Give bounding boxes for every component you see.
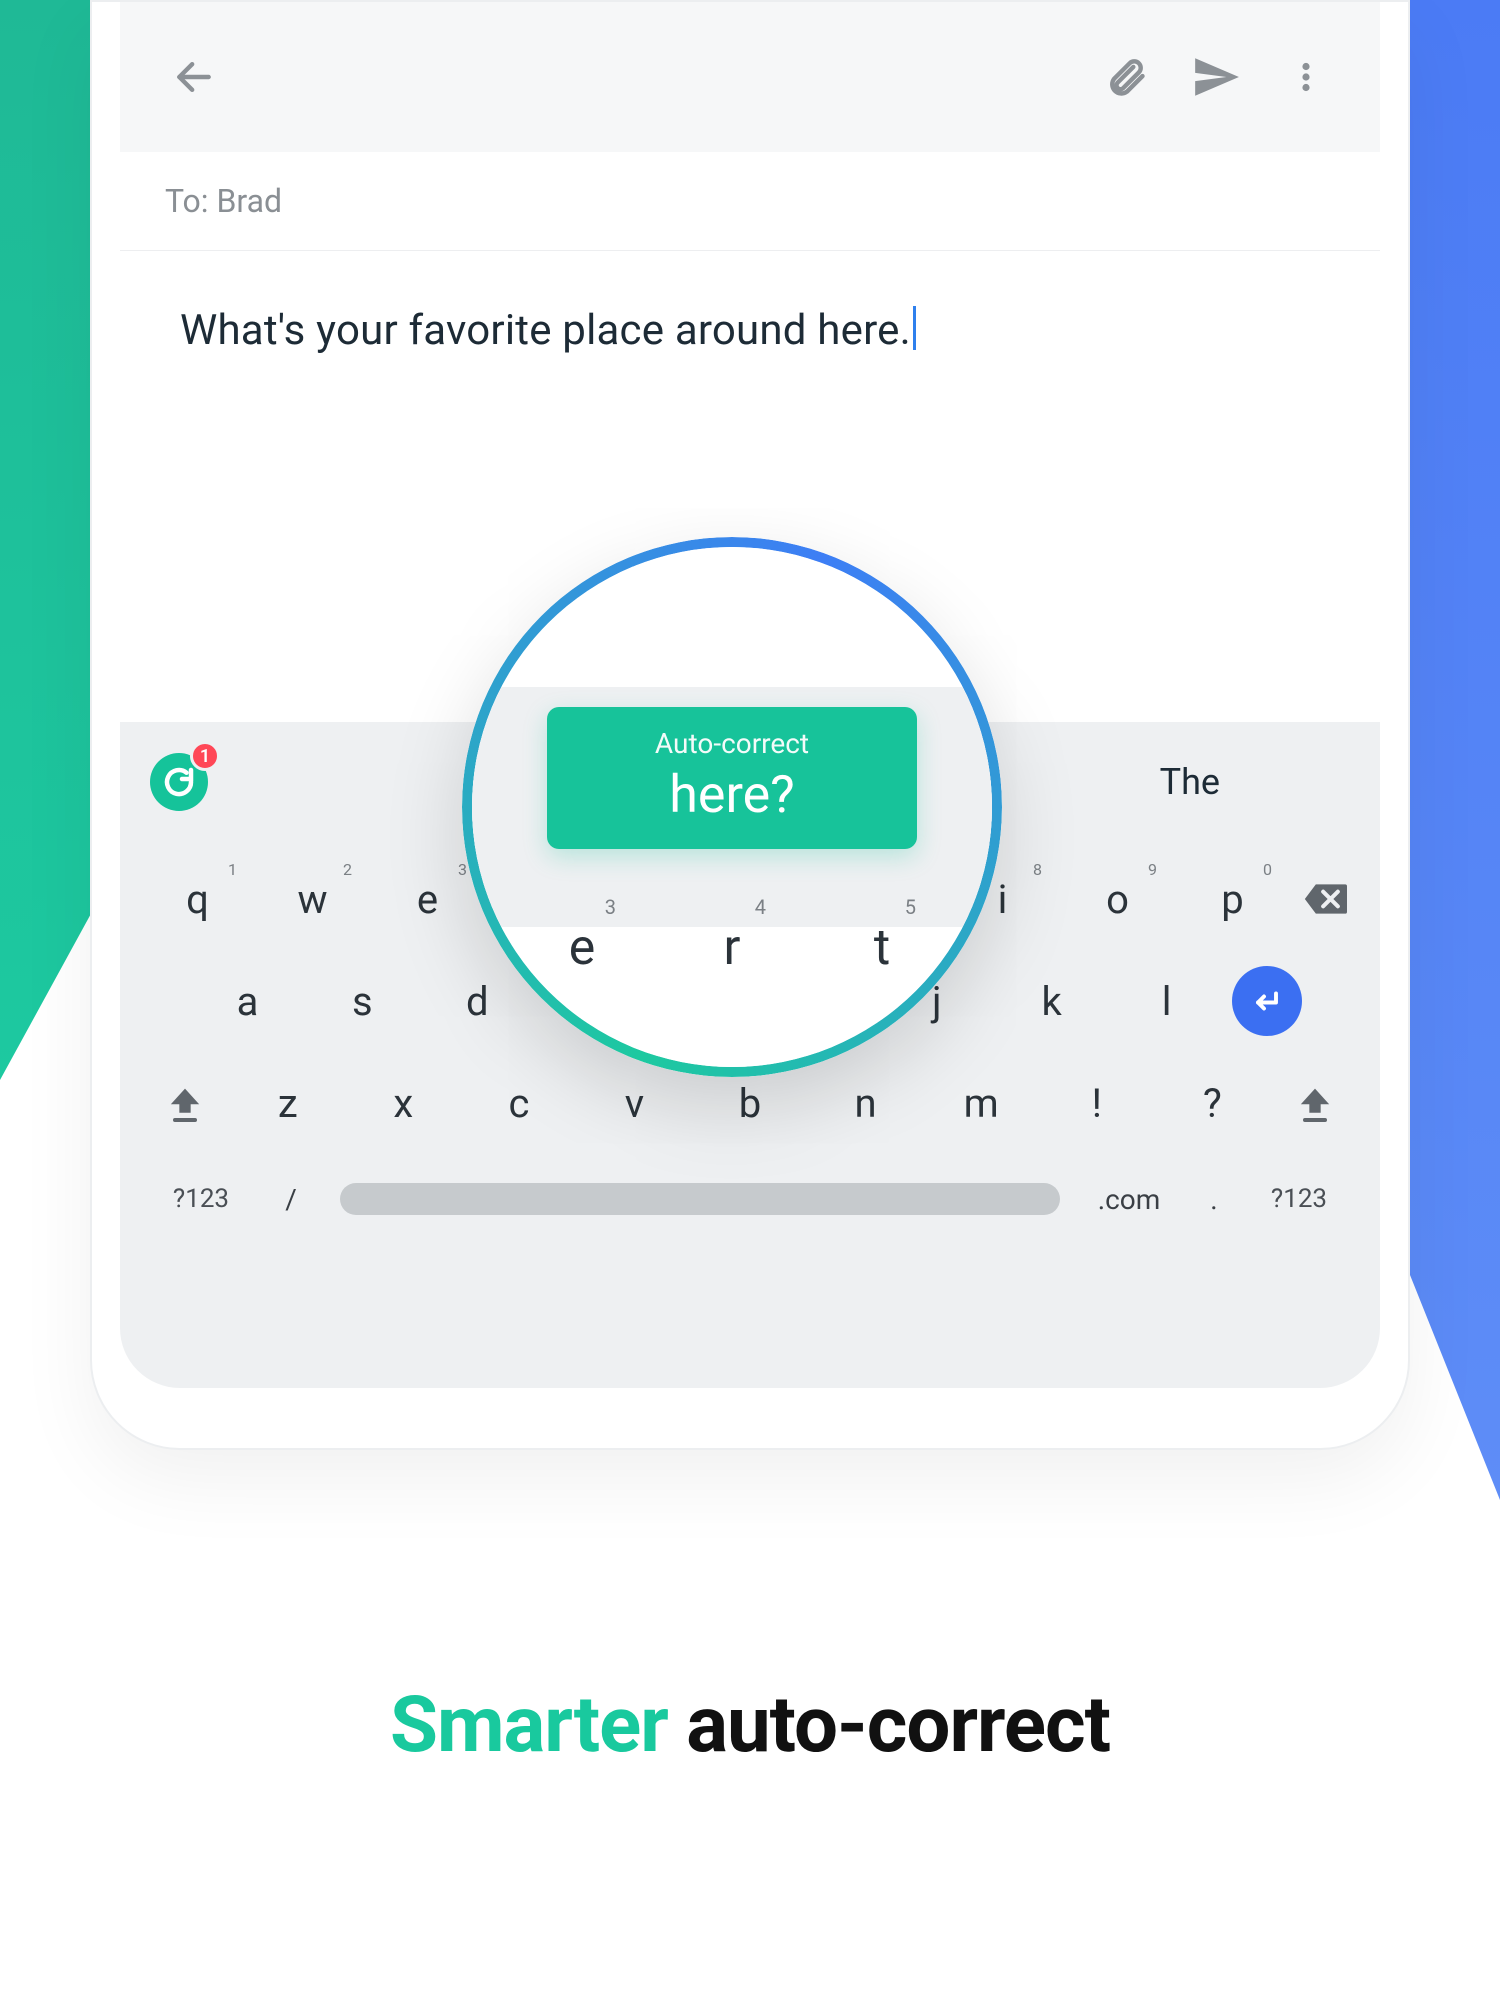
shift-icon — [168, 1085, 202, 1115]
key-p[interactable]: p0 — [1179, 854, 1286, 944]
text-caret — [913, 306, 916, 350]
recipient-label: To: Brad — [165, 182, 282, 220]
space-key[interactable] — [340, 1183, 1060, 1215]
backspace-key[interactable] — [1290, 854, 1360, 944]
key-k[interactable]: k — [998, 956, 1105, 1046]
mag-key-r: r4 — [702, 919, 762, 977]
enter-key[interactable] — [1232, 966, 1302, 1036]
grammarly-indicator[interactable]: 1 — [150, 753, 208, 811]
decorative-right-stripe — [1410, 0, 1500, 1500]
key-w[interactable]: w2 — [259, 854, 366, 944]
autocorrect-pill[interactable]: Auto-correct here? — [547, 707, 917, 849]
key-![interactable]: ! — [1043, 1058, 1151, 1148]
grammarly-badge: 1 — [190, 741, 220, 771]
key-superscript: 3 — [605, 895, 616, 919]
marketing-headline: Smarter auto-correct — [0, 1680, 1500, 1771]
attach-button[interactable] — [1090, 41, 1162, 113]
overflow-button[interactable] — [1270, 41, 1342, 113]
key-superscript: 0 — [1263, 860, 1272, 879]
key-superscript: 3 — [458, 860, 467, 879]
key-x[interactable]: x — [350, 1058, 458, 1148]
suggestion-right[interactable]: The — [1160, 722, 1220, 842]
send-button[interactable] — [1180, 41, 1252, 113]
backspace-icon — [1303, 882, 1347, 916]
enter-icon — [1249, 983, 1285, 1019]
dotcom-key[interactable]: .com — [1074, 1183, 1184, 1216]
key-m[interactable]: m — [927, 1058, 1035, 1148]
shift-key[interactable] — [140, 1058, 230, 1148]
symbols-key-right[interactable]: ?123 — [1244, 1184, 1354, 1214]
overflow-menu-icon — [1288, 55, 1324, 99]
key-superscript: 9 — [1148, 860, 1157, 879]
email-appbar — [120, 2, 1380, 152]
key-e[interactable]: e3 — [374, 854, 481, 944]
magnifier-keys: e3 r4 t5 — [472, 919, 992, 977]
key-l[interactable]: l — [1113, 956, 1220, 1046]
key-v[interactable]: v — [581, 1058, 689, 1148]
grammarly-icon — [161, 764, 197, 800]
phone-frame: To: Brad What's your favorite place arou… — [90, 0, 1410, 1450]
autocorrect-label: Auto-correct — [607, 727, 857, 760]
key-?[interactable]: ? — [1159, 1058, 1267, 1148]
key-q[interactable]: q1 — [144, 854, 251, 944]
key-s[interactable]: s — [309, 956, 416, 1046]
key-c[interactable]: c — [465, 1058, 573, 1148]
mag-key-e: e3 — [552, 919, 612, 977]
recipient-field[interactable]: To: Brad — [120, 152, 1380, 251]
key-o[interactable]: o9 — [1064, 854, 1171, 944]
headline-rest: auto-correct — [668, 1680, 1110, 1771]
key-superscript: 5 — [905, 895, 916, 919]
key-superscript: 1 — [228, 860, 237, 879]
magnifier-lens: Auto-correct here? e3 r4 t5 — [462, 537, 1002, 1077]
magnifier-inner: Auto-correct here? e3 r4 t5 — [472, 547, 992, 1067]
key-a[interactable]: a — [194, 956, 301, 1046]
back-icon — [172, 55, 216, 99]
key-superscript: 2 — [343, 860, 352, 879]
back-button[interactable] — [158, 41, 230, 113]
autocorrect-value: here? — [607, 764, 857, 825]
key-z[interactable]: z — [234, 1058, 342, 1148]
shift-key-right[interactable] — [1270, 1058, 1360, 1148]
key-n[interactable]: n — [812, 1058, 920, 1148]
mag-key-t: t5 — [852, 919, 912, 977]
key-superscript: 8 — [1033, 860, 1042, 879]
headline-accent: Smarter — [390, 1680, 668, 1771]
period-key[interactable]: . — [1184, 1183, 1244, 1216]
attachment-icon — [1104, 55, 1148, 99]
key-superscript: 4 — [755, 895, 766, 919]
slash-key[interactable]: / — [256, 1183, 326, 1216]
key-row-bottom: ?123 / .com . ?123 — [140, 1160, 1360, 1238]
symbols-key[interactable]: ?123 — [146, 1184, 256, 1214]
compose-text: What's your favorite place around here. — [180, 306, 911, 355]
shift-icon — [1298, 1085, 1332, 1115]
send-icon — [1191, 52, 1241, 102]
